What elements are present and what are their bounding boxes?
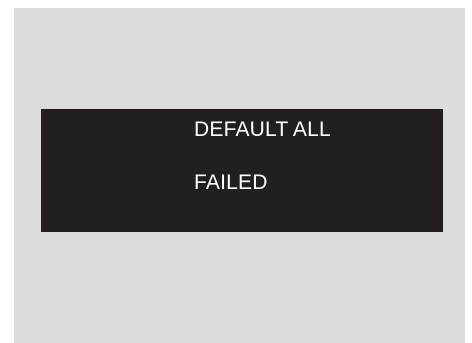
display-screen: DEFAULT ALL FAILED [14, 8, 465, 343]
message-line-2: FAILED [194, 171, 268, 194]
message-panel: DEFAULT ALL FAILED [41, 109, 443, 232]
message-line-1: DEFAULT ALL [194, 118, 331, 141]
